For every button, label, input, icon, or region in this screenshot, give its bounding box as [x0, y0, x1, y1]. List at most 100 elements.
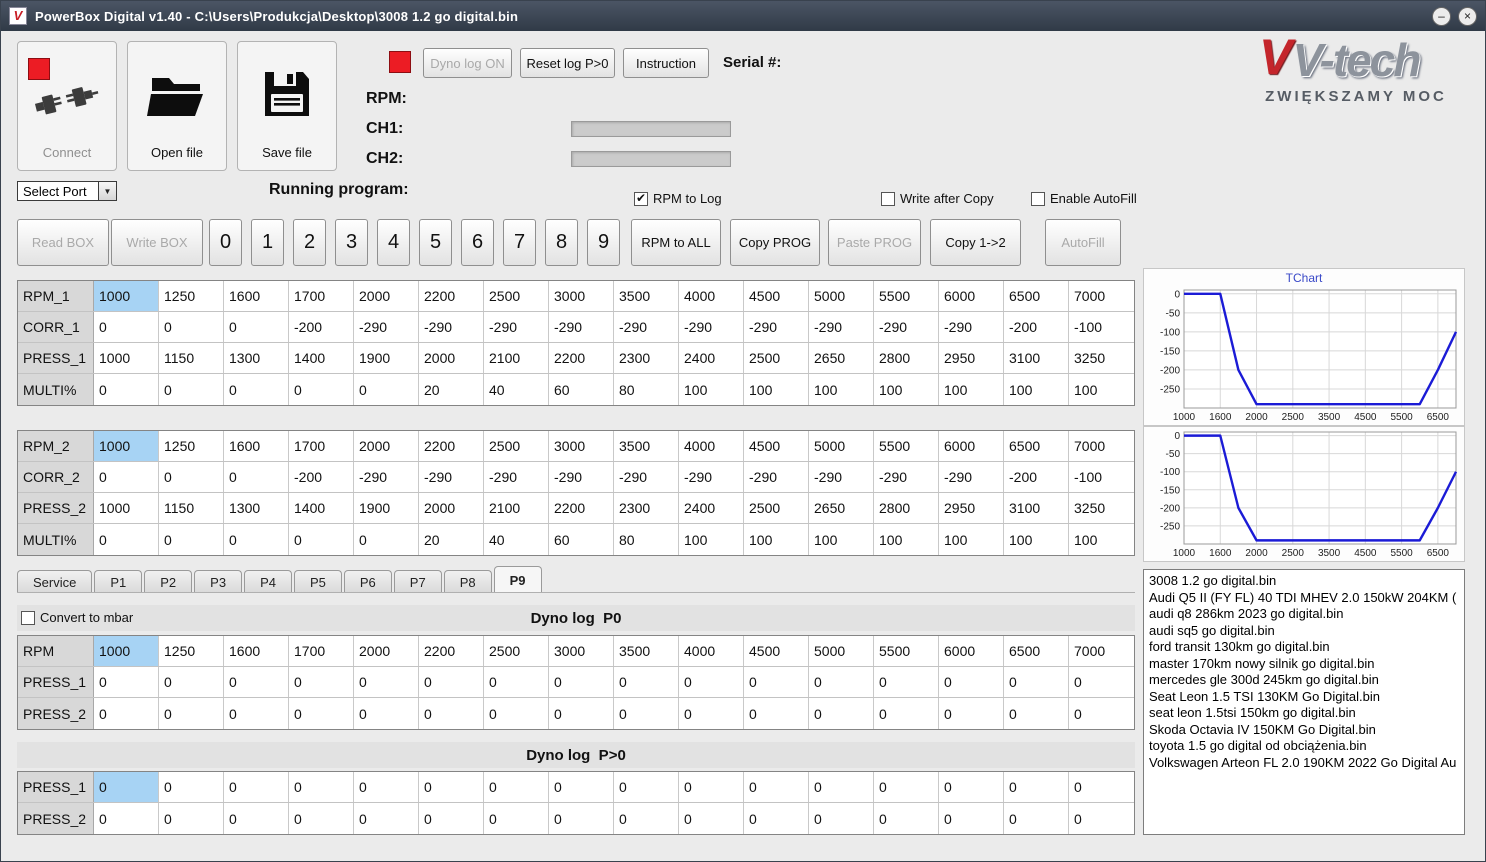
grid-cell[interactable]: -290 [549, 462, 614, 492]
grid-cell[interactable]: 0 [419, 772, 484, 802]
grid-cell[interactable]: 0 [1069, 698, 1134, 729]
grid-cell[interactable]: 2000 [419, 343, 484, 373]
grid-cell[interactable]: 1150 [159, 493, 224, 523]
convert-mbar-checkbox[interactable]: Convert to mbar [21, 610, 133, 625]
grid-cell[interactable]: 1000 [94, 431, 159, 461]
grid-cell[interactable]: 0 [354, 374, 419, 405]
grid-cell[interactable]: 4000 [679, 281, 744, 311]
grid-cell[interactable]: 0 [354, 772, 419, 802]
grid-cell[interactable]: 1000 [94, 343, 159, 373]
grid-cell[interactable]: 2500 [484, 281, 549, 311]
grid-cell[interactable]: 4000 [679, 431, 744, 461]
grid-cell[interactable]: 6500 [1004, 431, 1069, 461]
tab-p6[interactable]: P6 [343, 570, 392, 593]
open-file-button[interactable]: Open file [127, 41, 227, 171]
grid-cell[interactable]: 2300 [614, 343, 679, 373]
grid-cell[interactable]: 1300 [224, 343, 289, 373]
grid-cell[interactable]: -290 [809, 312, 874, 342]
grid-cell[interactable]: 0 [159, 462, 224, 492]
grid-cell[interactable]: 0 [809, 698, 874, 729]
grid-cell[interactable]: 0 [744, 698, 809, 729]
grid-cell[interactable]: -200 [289, 312, 354, 342]
grid-cell[interactable]: 0 [1069, 803, 1134, 834]
reset-log-button[interactable]: Reset log P>0 [520, 48, 615, 78]
file-list-item[interactable]: toyota 1.5 go digital od obciążenia.bin [1149, 738, 1459, 755]
grid-cell[interactable]: 5500 [874, 281, 939, 311]
grid-cell[interactable]: 2500 [484, 636, 549, 666]
grid-cell[interactable]: 0 [224, 312, 289, 342]
grid-cell[interactable]: 0 [159, 698, 224, 729]
file-list-item[interactable]: audi sq5 go digital.bin [1149, 623, 1459, 640]
grid-cell[interactable]: 100 [744, 524, 809, 555]
grid-cell[interactable]: 0 [94, 803, 159, 834]
grid-cell[interactable]: 2650 [809, 493, 874, 523]
rpm-to-log-checkbox[interactable]: RPM to Log [634, 191, 722, 206]
grid-cell[interactable]: 100 [939, 524, 1004, 555]
grid-cell[interactable]: 1150 [159, 343, 224, 373]
grid-cell[interactable]: 0 [874, 803, 939, 834]
grid-cell[interactable]: 0 [1004, 772, 1069, 802]
grid-cell[interactable]: 1250 [159, 636, 224, 666]
grid-cell[interactable]: 7000 [1069, 281, 1134, 311]
grid-cell[interactable]: 0 [224, 803, 289, 834]
file-list-item[interactable]: 3008 1.2 go digital.bin [1149, 573, 1459, 590]
grid-cell[interactable]: 0 [484, 698, 549, 729]
grid-cell[interactable]: 4500 [744, 431, 809, 461]
grid-cell[interactable]: 0 [1004, 803, 1069, 834]
grid-cell[interactable]: -200 [1004, 312, 1069, 342]
grid-cell[interactable]: 0 [224, 667, 289, 697]
grid-cell[interactable]: 2000 [419, 493, 484, 523]
grid-cell[interactable]: 4500 [744, 281, 809, 311]
grid-cell[interactable]: 0 [1004, 667, 1069, 697]
grid-cell[interactable]: 100 [874, 524, 939, 555]
grid-cell[interactable]: 0 [939, 667, 1004, 697]
grid-cell[interactable]: 6000 [939, 636, 1004, 666]
write-after-copy-checkbox[interactable]: Write after Copy [881, 191, 994, 206]
grid-cell[interactable]: 0 [1069, 667, 1134, 697]
grid-cell[interactable]: 100 [744, 374, 809, 405]
close-button[interactable]: × [1458, 6, 1477, 26]
enable-autofill-checkbox[interactable]: Enable AutoFill [1031, 191, 1137, 206]
grid-cell[interactable]: -200 [289, 462, 354, 492]
instruction-button[interactable]: Instruction [623, 48, 709, 78]
tab-p1[interactable]: P1 [94, 570, 143, 593]
tab-p7[interactable]: P7 [393, 570, 442, 593]
tab-p8[interactable]: P8 [443, 570, 492, 593]
grid-cell[interactable]: 0 [224, 462, 289, 492]
grid-cell[interactable]: 2400 [679, 343, 744, 373]
grid-cell[interactable]: 0 [744, 772, 809, 802]
grid-cell[interactable]: 0 [289, 524, 354, 555]
grid-cell[interactable]: 0 [289, 374, 354, 405]
grid-cell[interactable]: 100 [809, 524, 874, 555]
grid-cell[interactable]: 2100 [484, 493, 549, 523]
grid-cell[interactable]: 0 [289, 803, 354, 834]
grid-cell[interactable]: 2950 [939, 343, 1004, 373]
grid-cell[interactable]: 1600 [224, 431, 289, 461]
grid-cell[interactable]: 0 [224, 374, 289, 405]
file-list-item[interactable]: Skoda Octavia IV 150KM Go Digital.bin [1149, 722, 1459, 739]
paste-prog-button[interactable]: Paste PROG [828, 219, 921, 266]
copy-1-2-button[interactable]: Copy 1->2 [930, 219, 1021, 266]
grid-cell[interactable]: 100 [1069, 374, 1134, 405]
grid-cell[interactable]: 0 [159, 374, 224, 405]
grid-cell[interactable]: 0 [809, 667, 874, 697]
grid-cell[interactable]: 0 [354, 524, 419, 555]
grid-cell[interactable]: 0 [94, 524, 159, 555]
grid-cell[interactable]: 0 [419, 803, 484, 834]
grid-cell[interactable]: -290 [744, 462, 809, 492]
grid-cell[interactable]: -290 [874, 312, 939, 342]
tab-p3[interactable]: P3 [194, 570, 243, 593]
grid-cell[interactable]: -290 [484, 462, 549, 492]
grid-cell[interactable]: 0 [679, 698, 744, 729]
grid-cell[interactable]: 2200 [549, 493, 614, 523]
grid-cell[interactable]: 2500 [744, 343, 809, 373]
grid-cell[interactable]: 100 [679, 524, 744, 555]
grid-cell[interactable]: 2800 [874, 493, 939, 523]
grid-cell[interactable]: 7000 [1069, 431, 1134, 461]
grid-cell[interactable]: 0 [94, 462, 159, 492]
copy-prog-button[interactable]: Copy PROG [730, 219, 820, 266]
grid-cell[interactable]: 0 [939, 803, 1004, 834]
file-list-item[interactable]: audi q8 286km 2023 go digital.bin [1149, 606, 1459, 623]
file-list-item[interactable]: Volkswagen Arteon FL 2.0 190KM 2022 Go D… [1149, 755, 1459, 772]
grid-cell[interactable]: 1250 [159, 281, 224, 311]
